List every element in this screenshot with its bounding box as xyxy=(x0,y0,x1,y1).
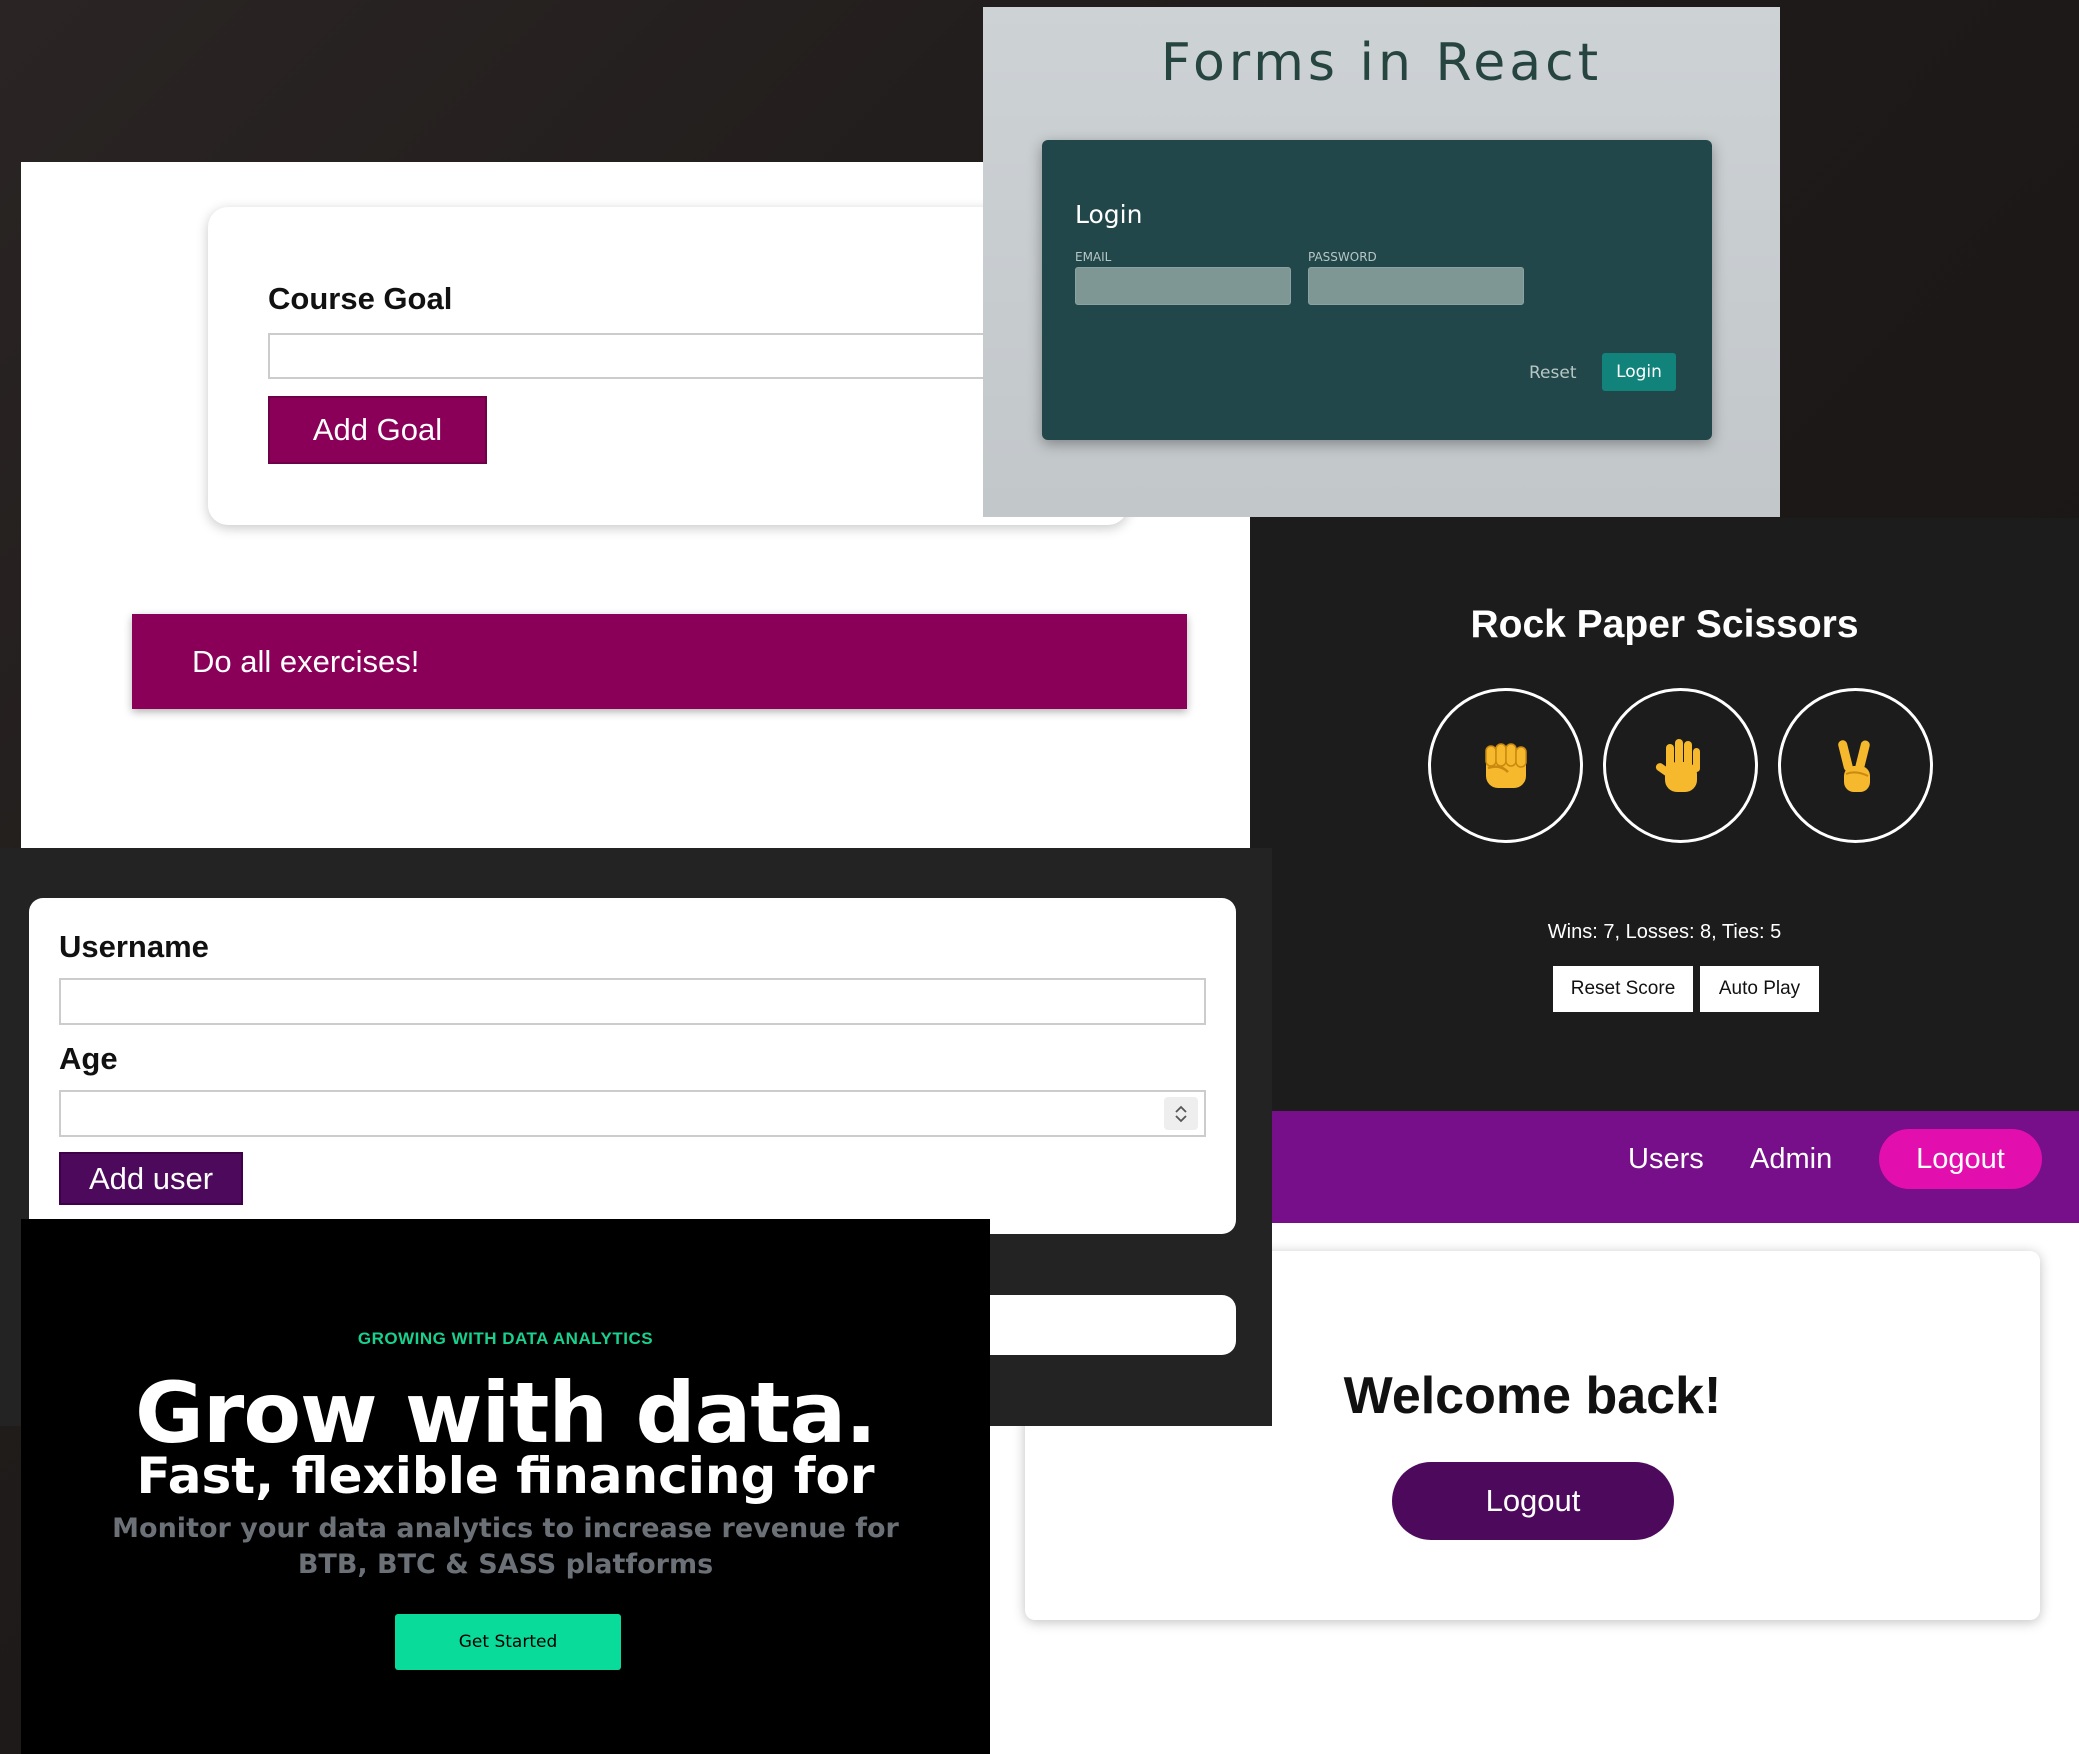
rock-paper-scissors-app: Rock Paper Scissors Wins: 7, Losses: 8, … xyxy=(1250,518,2079,1111)
reset-score-button[interactable]: Reset Score xyxy=(1553,966,1693,1012)
chevron-down-icon xyxy=(1175,1114,1187,1122)
auto-play-button[interactable]: Auto Play xyxy=(1700,966,1819,1012)
nav-logout-button[interactable]: Logout xyxy=(1879,1129,2042,1189)
rock-button[interactable] xyxy=(1428,688,1583,843)
password-label: PASSWORD xyxy=(1308,250,1377,264)
age-label: Age xyxy=(59,1041,118,1076)
paper-icon xyxy=(1655,738,1700,792)
login-heading: Login xyxy=(1075,200,1143,229)
age-input[interactable] xyxy=(59,1090,1206,1137)
hero-description: Monitor your data analytics to increase … xyxy=(112,1513,899,1580)
game-title: Rock Paper Scissors xyxy=(1470,603,1859,646)
goal-list-item[interactable]: Do all exercises! xyxy=(132,614,1187,709)
paper-button[interactable] xyxy=(1603,688,1758,843)
page-title: Forms in React xyxy=(1160,33,1603,93)
scissors-button[interactable] xyxy=(1778,688,1933,843)
add-goal-button[interactable]: Add Goal xyxy=(268,396,487,464)
rock-icon xyxy=(1484,742,1527,788)
age-stepper[interactable] xyxy=(1164,1097,1198,1130)
email-label: EMAIL xyxy=(1075,250,1112,264)
reset-button[interactable]: Reset xyxy=(1529,363,1577,383)
logout-button[interactable]: Logout xyxy=(1392,1462,1674,1540)
nav-admin-link[interactable]: Admin xyxy=(1750,1143,1832,1176)
login-button[interactable]: Login xyxy=(1602,353,1676,391)
username-input[interactable] xyxy=(59,978,1206,1025)
add-user-card: Username Age Add user xyxy=(29,898,1236,1234)
data-analytics-landing: GROWING WITH DATA ANALYTICS Grow with da… xyxy=(21,1219,990,1754)
email-field[interactable] xyxy=(1075,267,1291,305)
nav-users-link[interactable]: Users xyxy=(1628,1143,1704,1176)
password-field[interactable] xyxy=(1308,267,1524,305)
score-text: Wins: 7, Losses: 8, Ties: 5 xyxy=(1547,921,1782,943)
hero-eyebrow: GROWING WITH DATA ANALYTICS xyxy=(357,1329,654,1348)
login-card: Login EMAIL PASSWORD Reset Login xyxy=(1042,140,1712,440)
scissors-icon xyxy=(1837,739,1870,792)
forms-in-react-app: Forms in React Login EMAIL PASSWORD Rese… xyxy=(983,7,1780,517)
add-user-button[interactable]: Add user xyxy=(59,1152,243,1205)
course-goal-label: Course Goal xyxy=(268,281,453,316)
get-started-button[interactable]: Get Started xyxy=(395,1614,621,1670)
course-goal-input[interactable] xyxy=(268,333,1108,379)
chevron-up-icon xyxy=(1175,1105,1187,1113)
username-label: Username xyxy=(59,929,209,964)
hero-subtitle: Fast, flexible financing for xyxy=(136,1447,875,1505)
